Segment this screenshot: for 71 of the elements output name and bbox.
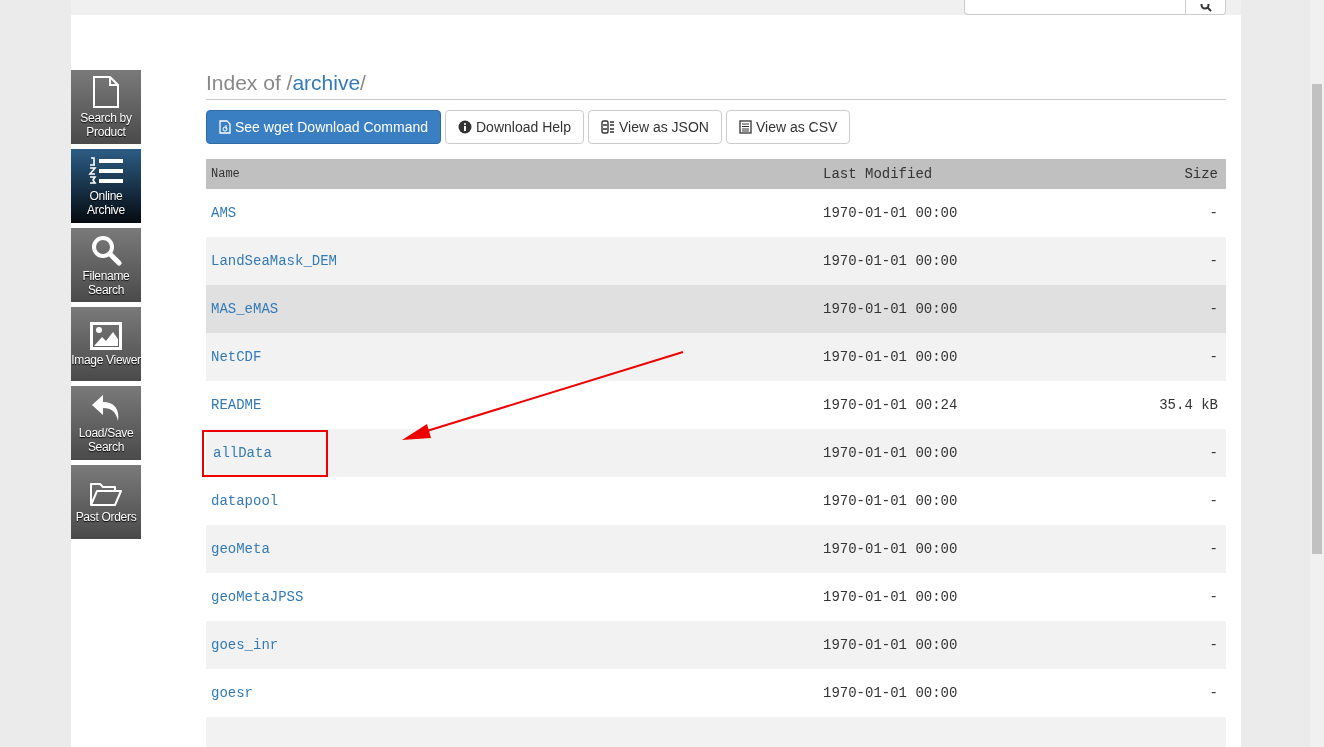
toolbar-button[interactable]: View as CSV <box>725 110 851 145</box>
search-button[interactable] <box>1186 0 1226 15</box>
file-link[interactable]: AMS <box>211 204 237 221</box>
size-cell: - <box>1209 588 1218 605</box>
size-cell: - <box>1209 636 1218 653</box>
size-cell: - <box>1209 252 1218 269</box>
file-link[interactable]: LandSeaMask_DEM <box>211 252 338 269</box>
sidebar-item[interactable]: Image Viewer <box>71 307 141 381</box>
toolbar-button[interactable]: See wget Download Command <box>206 110 441 145</box>
toolbar-button[interactable]: View as JSON <box>587 110 722 145</box>
table-row[interactable]: AMS 1970-01-01 00:00 - <box>206 189 1226 238</box>
table-row[interactable]: LandSeaMask_DEM 1970-01-01 00:00 - <box>206 237 1226 286</box>
date-cell: 1970-01-01 00:00 <box>823 540 958 557</box>
table-row[interactable]: goes_inr 1970-01-01 00:00 - <box>206 621 1226 670</box>
table-row[interactable]: goesr 1970-01-01 00:00 - <box>206 669 1226 718</box>
data-icon <box>600 120 615 135</box>
heading-link[interactable]: archive <box>292 71 361 94</box>
table-row[interactable]: MAS_eMAS 1970-01-01 00:00 - <box>206 285 1226 334</box>
size-cell: - <box>1209 348 1218 365</box>
file-link[interactable]: NetCDF <box>211 348 262 365</box>
table-row[interactable]: geoMeta 1970-01-01 00:00 - <box>206 525 1226 574</box>
date-cell: 1970-01-01 00:00 <box>823 588 958 605</box>
size-cell: - <box>1209 684 1218 701</box>
column-header: Size <box>1184 165 1218 182</box>
sidebar-item[interactable]: Search by Product <box>71 70 141 144</box>
size-cell: - <box>1209 492 1218 509</box>
size-cell: - <box>1209 204 1218 221</box>
size-cell: - <box>1209 300 1218 317</box>
search-field[interactable] <box>964 0 1186 15</box>
date-cell: 1970-01-01 00:00 <box>823 348 958 365</box>
image-icon <box>90 321 122 350</box>
search-icon <box>90 233 122 266</box>
file-link[interactable]: datapool <box>211 492 279 509</box>
date-cell: 1970-01-01 00:00 <box>823 636 958 653</box>
file-link[interactable]: goes_inr <box>211 636 279 653</box>
table-row[interactable]: README 1970-01-01 00:24 35.4 kB <box>206 381 1226 430</box>
info-icon <box>458 120 472 135</box>
page-heading: Index of /archive/ <box>206 70 1226 101</box>
table-row[interactable]: NetCDF 1970-01-01 00:00 - <box>206 333 1226 382</box>
sidebar-item[interactable]: Load/Save Search <box>71 386 141 460</box>
file-icon <box>92 75 120 108</box>
document-icon <box>219 120 231 135</box>
table-row[interactable]: datapool 1970-01-01 00:00 - <box>206 477 1226 526</box>
size-cell: 35.4 kB <box>1159 396 1218 413</box>
file-link[interactable]: allData <box>213 444 272 461</box>
table-row[interactable]: geoMetaJPSS 1970-01-01 00:00 - <box>206 573 1226 622</box>
sidebar-item[interactable]: Filename Search <box>71 228 141 302</box>
list-icon <box>738 120 752 135</box>
file-link[interactable]: goesr <box>211 684 253 701</box>
date-cell: 1970-01-01 00:00 <box>823 444 958 461</box>
date-cell: 1970-01-01 00:00 <box>823 684 958 701</box>
folder-icon <box>89 480 123 507</box>
scrollbar-thumb[interactable] <box>1312 84 1322 554</box>
file-link[interactable]: README <box>211 396 262 413</box>
date-cell: 1970-01-01 00:00 <box>823 300 958 317</box>
size-cell: - <box>1209 444 1218 461</box>
size-cell: - <box>1209 540 1218 557</box>
sidebar-item[interactable]: Online Archive <box>71 149 141 223</box>
file-link[interactable]: geoMeta <box>211 540 270 557</box>
file-link[interactable]: geoMetaJPSS <box>211 588 304 605</box>
column-header: Last Modified <box>823 165 933 182</box>
search-icon <box>1199 4 1212 12</box>
column-header: Name <box>211 167 240 182</box>
date-cell: 1970-01-01 00:00 <box>823 492 958 509</box>
numbered-list-icon <box>88 155 124 186</box>
sidebar-item[interactable]: Past Orders <box>71 465 141 539</box>
date-cell: 1970-01-01 00:00 <box>823 252 958 269</box>
file-link[interactable]: MAS_eMAS <box>211 300 279 317</box>
toolbar-button[interactable]: Download Help <box>445 110 584 145</box>
date-cell: 1970-01-01 00:24 <box>823 396 958 413</box>
date-cell: 1970-01-01 00:00 <box>823 204 958 221</box>
